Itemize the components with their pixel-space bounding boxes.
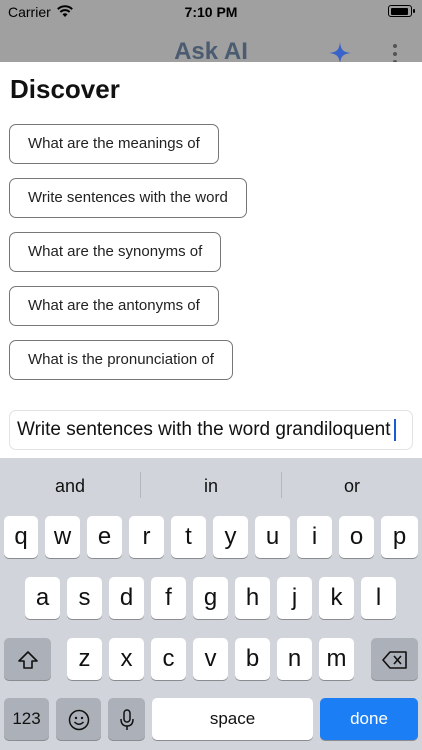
suggestion-chip-pronunciation[interactable]: What is the pronunciation of [9, 340, 233, 380]
suggestion-chip-synonyms[interactable]: What are the synonyms of [9, 232, 222, 272]
key-p[interactable]: p [381, 516, 418, 558]
key-k[interactable]: k [319, 577, 354, 619]
key-q[interactable]: q [4, 516, 38, 558]
question-input[interactable]: Write sentences with the word grandiloqu… [9, 410, 413, 450]
keyboard: and in or q w e r t y u i o p a s d f g … [0, 458, 422, 750]
key-w[interactable]: w [45, 516, 80, 558]
suggestion-chip-meanings[interactable]: What are the meanings of [9, 124, 219, 164]
shift-key[interactable] [4, 638, 51, 680]
numbers-key[interactable]: 123 [4, 698, 49, 740]
key-x[interactable]: x [109, 638, 144, 680]
key-t[interactable]: t [171, 516, 206, 558]
delete-key[interactable] [371, 638, 418, 680]
shift-icon [17, 650, 38, 669]
key-c[interactable]: c [151, 638, 186, 680]
key-v[interactable]: v [193, 638, 228, 680]
key-g[interactable]: g [193, 577, 228, 619]
more-options-icon[interactable] [392, 44, 398, 62]
discover-title: Discover [10, 74, 120, 104]
key-s[interactable]: s [67, 577, 102, 619]
text-cursor [393, 418, 396, 441]
key-b[interactable]: b [235, 638, 270, 680]
key-j[interactable]: j [277, 577, 312, 619]
key-z[interactable]: z [67, 638, 102, 680]
key-a[interactable]: a [25, 577, 60, 619]
key-y[interactable]: y [213, 516, 248, 558]
predictive-bar: and in or [0, 458, 422, 510]
microphone-icon [119, 708, 134, 730]
key-d[interactable]: d [109, 577, 144, 619]
suggestion-chip-sentences[interactable]: Write sentences with the word [9, 178, 247, 218]
key-u[interactable]: u [255, 516, 290, 558]
key-m[interactable]: m [319, 638, 354, 680]
suggestion-chip-antonyms[interactable]: What are the antonyms of [9, 286, 219, 326]
done-key[interactable]: done [320, 698, 418, 740]
battery-icon [388, 5, 415, 17]
key-f[interactable]: f [151, 577, 186, 619]
status-bar: Carrier 7:10 PM [0, 0, 422, 24]
key-o[interactable]: o [339, 516, 374, 558]
key-i[interactable]: i [297, 516, 332, 558]
discover-sheet: Discover What are the meanings of Write … [0, 62, 422, 458]
space-key[interactable]: space [152, 698, 313, 740]
backspace-icon [381, 650, 407, 669]
key-e[interactable]: e [87, 516, 122, 558]
clock: 7:10 PM [184, 4, 238, 20]
emoji-key[interactable] [56, 698, 101, 740]
suggestion-and[interactable]: and [0, 458, 140, 510]
suggestion-in[interactable]: in [141, 458, 281, 510]
suggestion-or[interactable]: or [282, 458, 422, 510]
question-input-text: Write sentences with the word grandiloqu… [17, 419, 391, 440]
navigation-bar: Ask AI [0, 24, 422, 62]
key-n[interactable]: n [277, 638, 312, 680]
sparkle-icon[interactable] [329, 42, 351, 62]
key-l[interactable]: l [361, 577, 396, 619]
dictation-key[interactable] [108, 698, 145, 740]
key-r[interactable]: r [129, 516, 164, 558]
nav-title: Ask AI [174, 38, 248, 62]
key-h[interactable]: h [235, 577, 270, 619]
emoji-icon [68, 709, 89, 730]
